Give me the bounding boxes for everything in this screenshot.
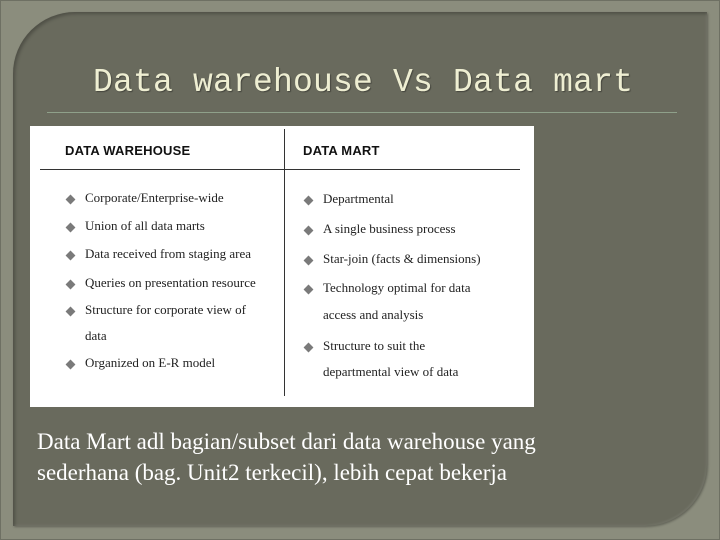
diamond-bullet-icon [303,255,314,266]
header-data-warehouse: DATA WAREHOUSE [65,143,191,158]
caption-line-1: Data Mart adl bagian/subset dari data wa… [37,429,536,454]
caption-line-2: sederhana (bag. Unit2 terkecil), lebih c… [37,460,507,485]
diamond-bullet-icon [303,195,314,206]
diamond-bullet-icon [65,222,76,233]
slide-caption: Data Mart adl bagian/subset dari data wa… [37,426,677,488]
diamond-bullet-icon [65,359,76,370]
diamond-bullet-icon [65,306,76,317]
diamond-bullet-icon [65,279,76,290]
mart-item: Technology optimal for data [323,280,471,295]
header-data-mart: DATA MART [303,143,380,158]
warehouse-item: Data received from staging area [85,246,252,261]
title-divider [47,112,677,113]
diamond-bullet-icon [65,194,76,205]
warehouse-item: Organized on E-R model [85,355,216,370]
comparison-table: DATA WAREHOUSE DATA MART Corporate/Enter… [30,126,534,407]
mart-item: Star-join (facts & dimensions) [323,251,481,266]
diamond-bullet-icon [65,250,76,261]
warehouse-item: Structure for corporate view of [85,302,246,317]
warehouse-item-continuation: data [85,328,107,343]
warehouse-item: Corporate/Enterprise-wide [85,190,224,205]
slide-title: Data warehouse Vs Data mart [93,64,634,101]
warehouse-item: Queries on presentation resource [85,275,256,290]
mart-item-continuation: access and analysis [323,307,424,322]
mart-item: Structure to suit the [323,338,426,353]
header-divider [40,169,520,170]
diamond-bullet-icon [303,284,314,295]
diamond-bullet-icon [303,225,314,236]
diamond-bullet-icon [303,342,314,353]
mart-item-continuation: departmental view of data [323,364,459,379]
mart-item: Departmental [323,191,394,206]
mart-item: A single business process [323,221,456,236]
warehouse-item: Union of all data marts [85,218,205,233]
